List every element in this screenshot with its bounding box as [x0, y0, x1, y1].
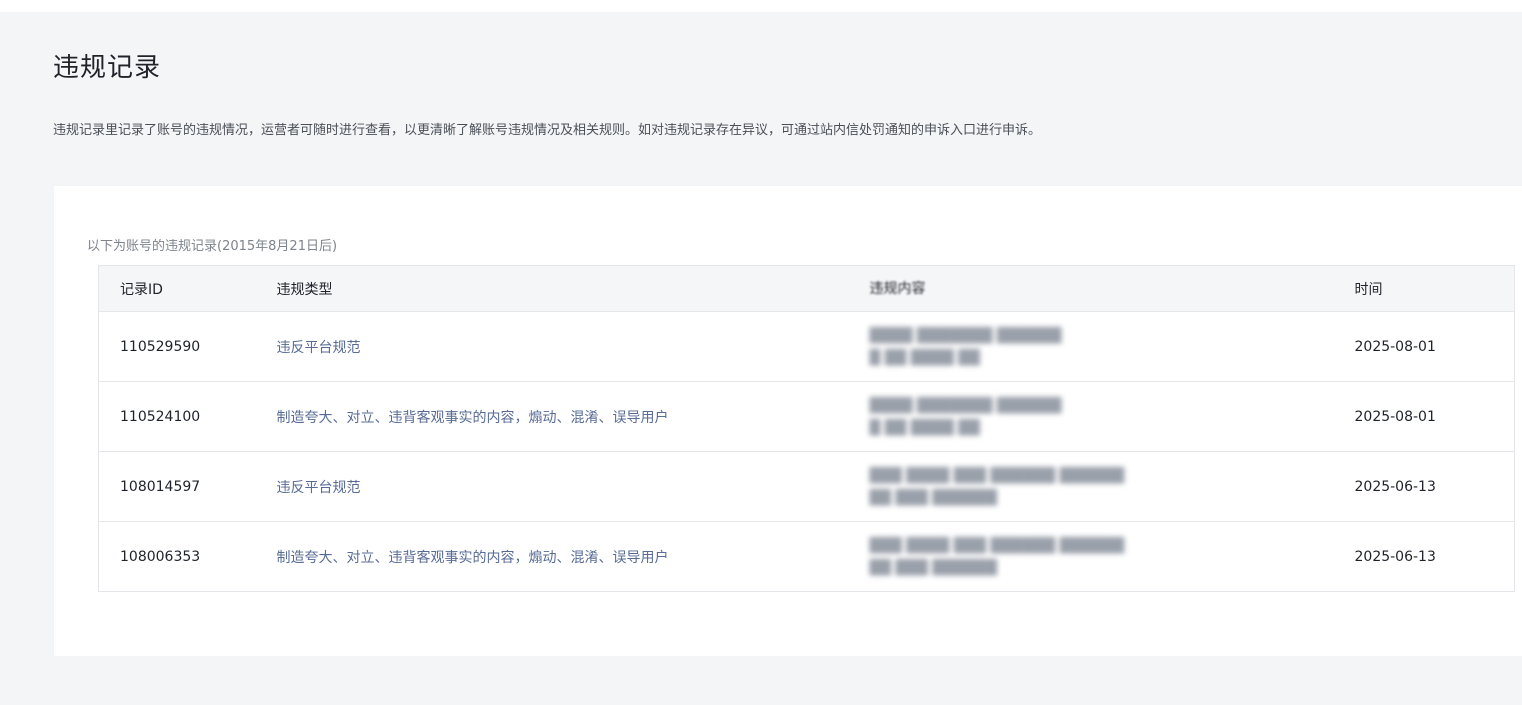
page-container: 违规记录 违规记录里记录了账号的违规情况，运营者可随时进行查看，以更清晰了解账号… — [0, 12, 1522, 705]
violation-type-cell: 违反平台规范 — [276, 311, 870, 382]
header-record-id: 记录ID — [98, 265, 277, 312]
record-time: 2025-08-01 — [1354, 311, 1515, 382]
record-id: 108014597 — [98, 451, 277, 522]
table-row: 110524100 制造夸大、对立、违背客观事实的内容，煽动、混淆、误导用户 █… — [98, 381, 1515, 452]
record-id: 110524100 — [98, 381, 277, 452]
violation-content-cell: ███ ████ ███ ██████ ██████ ██ ███ ██████ — [869, 451, 1355, 522]
violation-type-link[interactable]: 违反平台规范 — [277, 340, 361, 356]
page-description: 违规记录里记录了账号的违规情况，运营者可随时进行查看，以更清晰了解账号违规情况及… — [53, 123, 1042, 138]
header-violation-content-label: 违规内容 — [869, 280, 926, 297]
header-time: 时间 — [1354, 265, 1515, 312]
table-caption: 以下为账号的违规记录(2015年8月21日后) — [87, 239, 338, 254]
violation-content-redacted: ████ ███████ ██████ █ ██ ████ ██ — [869, 397, 1062, 436]
violation-type-link[interactable]: 违反平台规范 — [277, 480, 361, 496]
violation-content-redacted: ███ ████ ███ ██████ ██████ ██ ███ ██████ — [869, 537, 1125, 576]
violation-type-cell: 违反平台规范 — [276, 451, 870, 522]
record-time: 2025-08-01 — [1354, 381, 1515, 452]
record-time: 2025-06-13 — [1354, 451, 1515, 522]
table-row: 108014597 违反平台规范 ███ ████ ███ ██████ ███… — [98, 451, 1515, 522]
header-violation-type: 违规类型 — [276, 265, 870, 312]
violation-content-cell: ████ ███████ ██████ █ ██ ████ ██ — [869, 311, 1355, 382]
violation-type-cell: 制造夸大、对立、违背客观事实的内容，煽动、混淆、误导用户 — [276, 381, 870, 452]
violation-type-cell: 制造夸大、对立、违背客观事实的内容，煽动、混淆、误导用户 — [276, 521, 870, 592]
table-row: 110529590 违反平台规范 ████ ███████ ██████ █ ██… — [98, 311, 1515, 382]
violation-content-redacted: ████ ███████ ██████ █ ██ ████ ██ — [869, 327, 1062, 366]
table-header-row: 记录ID 违规类型 违规内容 时间 — [98, 265, 1515, 312]
violation-content-cell: ████ ███████ ██████ █ ██ ████ ██ — [869, 381, 1355, 452]
violation-type-link[interactable]: 制造夸大、对立、违背客观事实的内容，煽动、混淆、误导用户 — [277, 410, 669, 426]
record-id: 108006353 — [98, 521, 277, 592]
violation-records-table: 记录ID 违规类型 违规内容 时间 110529590 违反平台规范 ████ … — [98, 265, 1515, 592]
page-title: 违规记录 — [53, 53, 162, 83]
violation-content-cell: ███ ████ ███ ██████ ██████ ██ ███ ██████ — [869, 521, 1355, 592]
record-id: 110529590 — [98, 311, 277, 382]
table-row: 108006353 制造夸大、对立、违背客观事实的内容，煽动、混淆、误导用户 █… — [98, 521, 1515, 592]
violation-content-redacted: ███ ████ ███ ██████ ██████ ██ ███ ██████ — [869, 467, 1125, 506]
violation-type-link[interactable]: 制造夸大、对立、违背客观事实的内容，煽动、混淆、误导用户 — [277, 550, 669, 566]
header-violation-content: 违规内容 — [869, 265, 1355, 312]
record-time: 2025-06-13 — [1354, 521, 1515, 592]
records-card: 以下为账号的违规记录(2015年8月21日后) 记录ID 违规类型 违规内容 时… — [54, 186, 1522, 656]
